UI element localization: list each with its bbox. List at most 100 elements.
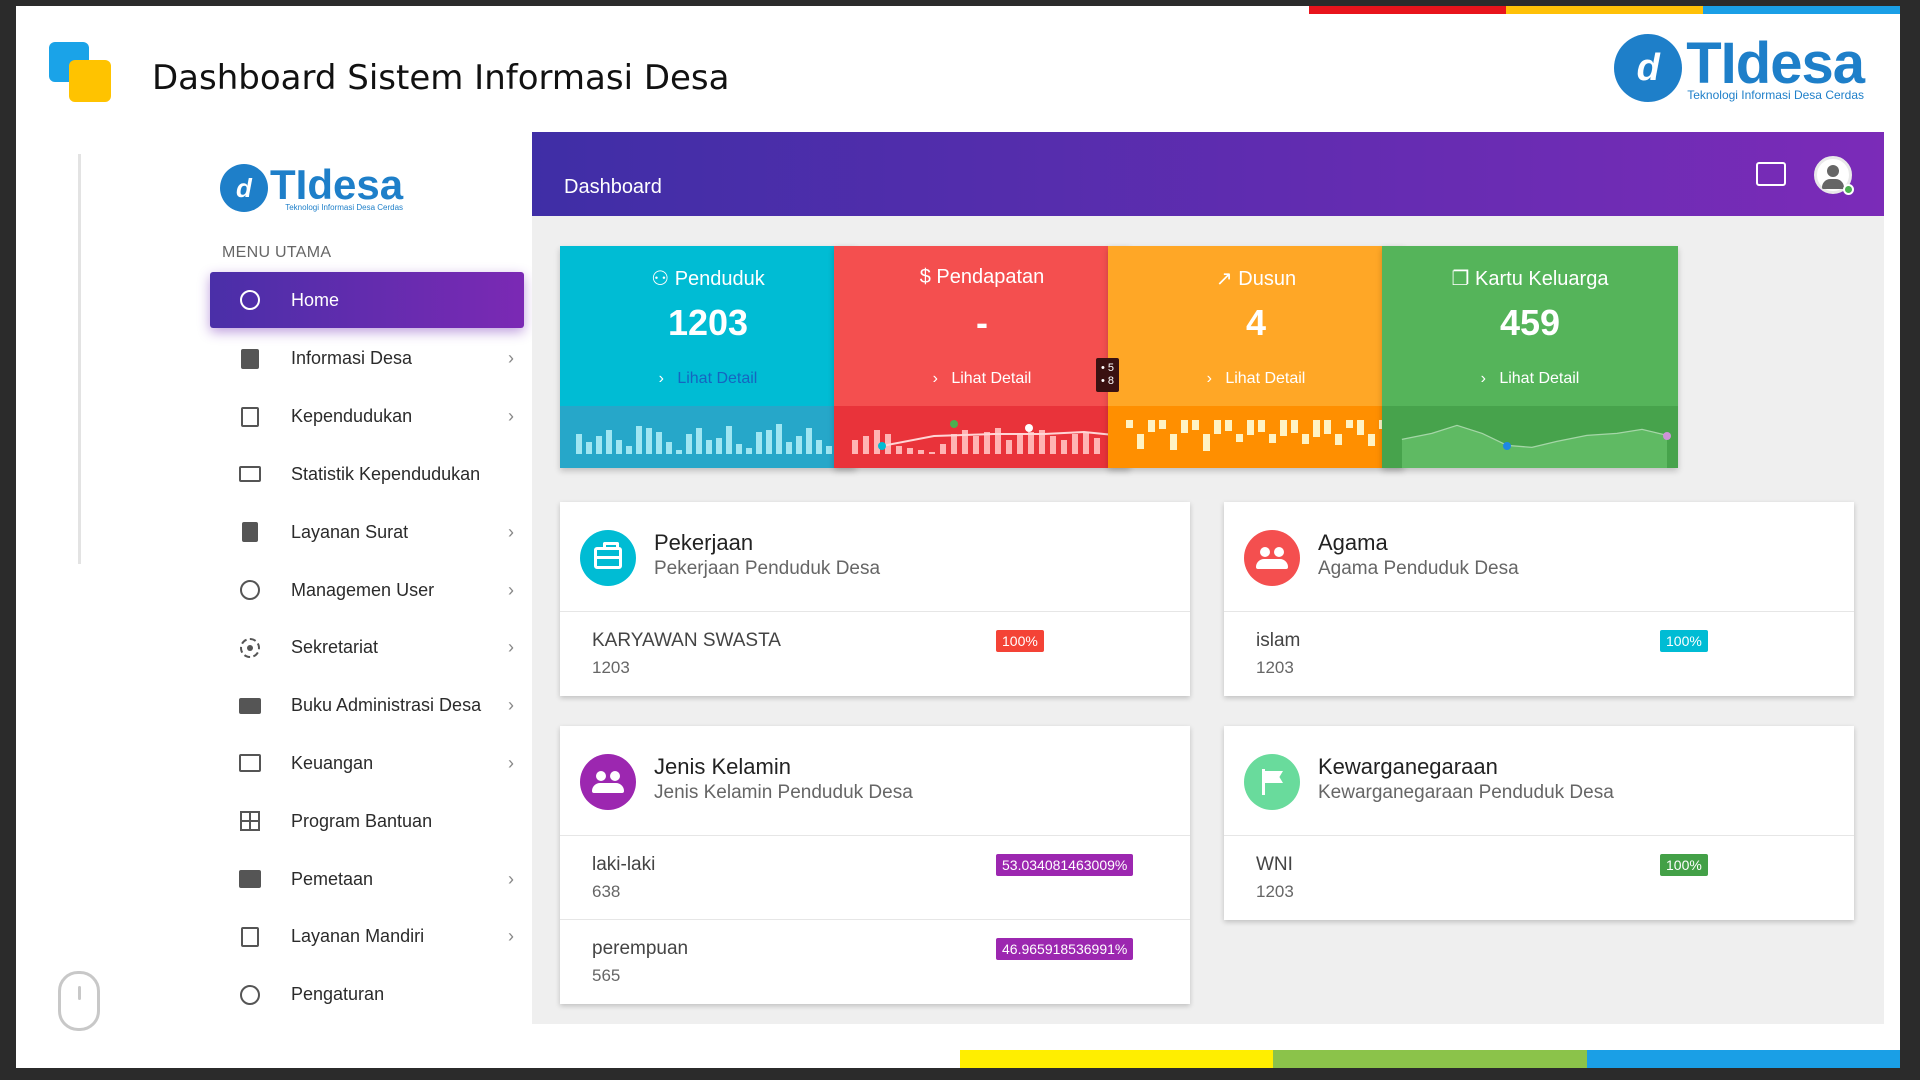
- spark-bar: [576, 434, 582, 454]
- chevron-right-icon[interactable]: ›: [508, 753, 514, 774]
- list-item[interactable]: perempuan 565 46.965918536991%: [560, 920, 1190, 1004]
- item-name: WNI: [1256, 854, 1293, 875]
- lihat-detail-link[interactable]: › Lihat Detail: [834, 370, 1130, 388]
- stat-card-penduduk[interactable]: ⚇ Penduduk 1203 › Lihat Detail: [560, 246, 856, 468]
- spark-bar: [1214, 420, 1221, 434]
- spark-bar: [1148, 420, 1155, 432]
- spark-bar: [995, 428, 1001, 454]
- spark-bar: [1225, 420, 1232, 431]
- spark-bar: [796, 436, 802, 454]
- main-content: Dashboard ⚇ Penduduk 1203 › Lihat Detail $ …: [532, 132, 1884, 1024]
- chevron-right-icon[interactable]: ›: [508, 348, 514, 369]
- chevron-right-icon: ›: [932, 370, 938, 387]
- spark-bar: [1061, 440, 1067, 454]
- sidebar-item-buku-administrasi-desa[interactable]: Buku Administrasi Desa ›: [210, 677, 524, 735]
- chevron-right-icon[interactable]: ›: [508, 580, 514, 601]
- map-icon: [237, 866, 263, 892]
- app-window: d TIdesa Teknologi Informasi Desa Cerdas…: [194, 132, 1884, 1024]
- mouse-icon: [58, 971, 100, 1031]
- spark-bar: [1192, 420, 1199, 430]
- panel-badge: [1244, 754, 1300, 810]
- slide-title: Dashboard Sistem Informasi Desa: [152, 58, 730, 98]
- spark-bar: [863, 436, 869, 454]
- list-item[interactable]: KARYAWAN SWASTA 1203 100%: [560, 612, 1190, 696]
- panel-agama: Agama Agama Penduduk Desa islam 1203 100%: [1224, 502, 1854, 696]
- list-item[interactable]: laki-laki 638 53.034081463009%: [560, 836, 1190, 920]
- brand-mark-icon: d: [220, 164, 268, 212]
- lihat-detail-link[interactable]: › Lihat Detail: [1108, 370, 1404, 388]
- stat-title-text: Penduduk: [674, 268, 765, 290]
- spark-bar: [1159, 420, 1166, 429]
- tooltip-line: • 8: [1101, 375, 1115, 387]
- person-icon: ⚇: [651, 268, 670, 290]
- face-icon: [237, 577, 263, 603]
- stat-card-pendapatan[interactable]: $ Pendapatan - › Lihat Detail: [834, 246, 1130, 468]
- sidebar-item-label: Pemetaan: [291, 868, 374, 889]
- sidebar-item-pengaturan[interactable]: Pengaturan: [210, 966, 524, 1024]
- sidebar-item-kependudukan[interactable]: Kependudukan ›: [210, 388, 524, 446]
- spark-bar: [1072, 434, 1078, 454]
- panel-title: Jenis Kelamin: [654, 754, 791, 779]
- brand-tagline: Teknologi Informasi Desa Cerdas: [285, 203, 404, 212]
- brand-name-ti: TI: [1686, 31, 1737, 96]
- sidebar-item-program-bantuan[interactable]: Program Bantuan: [210, 792, 524, 850]
- stat-card-kk[interactable]: ❐ Kartu Keluarga 459 › Lihat Detail: [1382, 246, 1678, 468]
- spark-bar: [746, 448, 752, 454]
- briefcase-icon: [594, 542, 622, 569]
- spark-bar: [1126, 420, 1133, 428]
- sidebar-item-keuangan[interactable]: Keuangan ›: [210, 735, 524, 793]
- sidebar-item-managemen-user[interactable]: Managemen User ›: [210, 561, 524, 619]
- spark-bar: [776, 424, 782, 454]
- chevron-right-icon[interactable]: ›: [508, 406, 514, 427]
- spark-bar: [1324, 420, 1331, 434]
- list-item[interactable]: islam 1203 100%: [1224, 612, 1854, 696]
- chevron-right-icon[interactable]: ›: [508, 695, 514, 716]
- sidebar-item-informasi-desa[interactable]: Informasi Desa ›: [210, 330, 524, 388]
- sidebar-item-pemetaan[interactable]: Pemetaan ›: [210, 850, 524, 908]
- chart-tooltip: • 5 • 8: [1096, 358, 1120, 392]
- menu-heading: MENU UTAMA: [222, 244, 332, 261]
- panel-title: Agama: [1318, 530, 1388, 555]
- sidebar-item-layanan-surat[interactable]: Layanan Surat ›: [210, 503, 524, 561]
- list-item[interactable]: WNI 1203 100%: [1224, 836, 1854, 920]
- tooltip-line: • 5: [1101, 362, 1115, 374]
- clipboard-icon: [237, 404, 263, 430]
- lihat-detail-link[interactable]: › Lihat Detail: [1382, 370, 1678, 388]
- lihat-detail-link[interactable]: › Lihat Detail: [560, 370, 856, 388]
- sidebar-item-home[interactable]: Home: [210, 272, 524, 328]
- sidebar-item-layanan-mandiri[interactable]: Layanan Mandiri ›: [210, 908, 524, 966]
- spark-bar: [1313, 420, 1320, 437]
- group-icon: [1256, 547, 1288, 569]
- stat-title: ⚇ Penduduk: [560, 266, 856, 291]
- spark-bar: [696, 428, 702, 454]
- spark-point: [1025, 424, 1033, 432]
- spark-bar: [756, 432, 762, 454]
- bottom-color-stripe: [960, 1050, 1900, 1068]
- stat-value: 459: [1499, 302, 1561, 343]
- stat-value: -: [976, 302, 988, 343]
- chevron-right-icon[interactable]: ›: [508, 522, 514, 543]
- spark-bar: [646, 428, 652, 454]
- stripe-blue: [1586, 1050, 1900, 1068]
- brand-logo-top: d TIdesa Teknologi Informasi Desa Cerdas: [1614, 31, 1865, 102]
- spark-bar: [1028, 432, 1034, 454]
- percent-badge: 100%: [1660, 630, 1708, 652]
- grid-icon: [237, 808, 263, 834]
- spark-bar: [1291, 420, 1298, 433]
- spark-bar: [1280, 420, 1287, 436]
- spark-bar: [874, 430, 880, 454]
- fullscreen-icon[interactable]: [1756, 162, 1786, 186]
- sidebar-brand-logo[interactable]: d TIdesa Teknologi Informasi Desa Cerdas: [220, 164, 403, 212]
- item-count: 565: [592, 966, 621, 985]
- chevron-right-icon[interactable]: ›: [508, 637, 514, 658]
- panel-header: Jenis Kelamin Jenis Kelamin Penduduk Desa: [560, 726, 1190, 836]
- sidebar-item-label: Program Bantuan: [291, 810, 433, 831]
- chevron-right-icon[interactable]: ›: [508, 869, 514, 890]
- sidebar-item-label: Statistik Kependudukan: [291, 463, 481, 484]
- stat-card-dusun[interactable]: ↗ Dusun 4 › Lihat Detail: [1108, 246, 1404, 468]
- spark-bar: [686, 434, 692, 454]
- sidebar-item-statistik-kependudukan[interactable]: Statistik Kependudukan: [210, 446, 524, 504]
- sidebar-item-sekretariat[interactable]: Sekretariat ›: [210, 619, 524, 677]
- chevron-right-icon[interactable]: ›: [508, 926, 514, 947]
- brand-name-desa: desa: [1735, 31, 1865, 96]
